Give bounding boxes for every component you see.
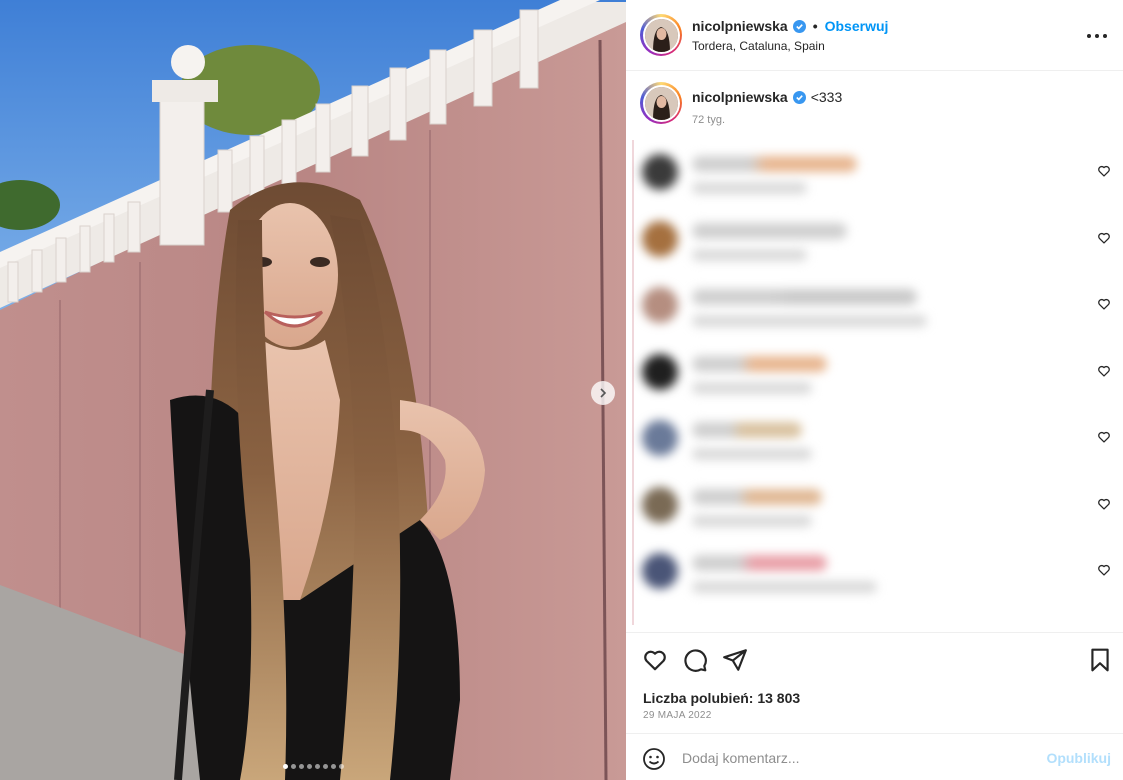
- comment-text-blurred: [692, 422, 802, 438]
- comment-meta-blurred: [692, 381, 812, 394]
- comment-text-blurred: [692, 156, 857, 172]
- carousel-dots: [0, 764, 626, 769]
- emoji-icon[interactable]: [642, 747, 666, 771]
- comment-text-blurred: [692, 222, 847, 239]
- carousel-dot: [290, 764, 296, 769]
- comment-text-blurred: [692, 355, 827, 372]
- comment-text-blurred: [692, 289, 917, 305]
- comment-avatar[interactable]: [642, 553, 678, 589]
- comment-like-heart-icon[interactable]: [1097, 430, 1111, 444]
- comments-list[interactable]: [626, 140, 1123, 630]
- comment-row: [626, 545, 1123, 605]
- comment-meta-blurred: [692, 248, 807, 261]
- share-icon[interactable]: [722, 647, 748, 673]
- post-location[interactable]: Tordera, Cataluna, Spain: [692, 39, 825, 53]
- carousel-dot: [298, 764, 304, 769]
- comment-like-heart-icon[interactable]: [1097, 364, 1111, 378]
- comment-avatar[interactable]: [642, 353, 678, 390]
- caption-avatar[interactable]: [640, 82, 682, 124]
- comment-row: [626, 346, 1123, 406]
- carousel-dot: [330, 764, 336, 769]
- caption-text: <333: [810, 89, 843, 105]
- comment-meta-blurred: [692, 514, 812, 527]
- verified-badge-icon: [792, 19, 806, 33]
- comment-avatar[interactable]: [642, 420, 678, 456]
- comment-icon[interactable]: [682, 647, 708, 673]
- post-side-panel: nicolpniewska • Obserwuj Tordera, Catalu…: [626, 0, 1123, 780]
- comment-avatar[interactable]: [642, 154, 678, 190]
- post-header: nicolpniewska • Obserwuj Tordera, Catalu…: [626, 0, 1123, 71]
- chevron-right-icon: [600, 388, 607, 398]
- likes-count[interactable]: Liczba polubień: 13 803: [643, 690, 800, 706]
- comment-row: [626, 213, 1123, 273]
- comment-row: [626, 279, 1123, 339]
- carousel-dot: [338, 764, 344, 769]
- verified-badge-icon: [792, 90, 806, 104]
- carousel-dot: [314, 764, 320, 769]
- comment-text-blurred: [692, 555, 827, 571]
- avatar-image: [644, 18, 678, 52]
- comment-avatar[interactable]: [642, 220, 678, 257]
- comment-meta-blurred: [692, 315, 927, 327]
- comment-row: [626, 146, 1123, 206]
- post-date: 29 MAJA 2022: [643, 710, 712, 721]
- comment-row: [626, 412, 1123, 472]
- caption-username[interactable]: nicolpniewska: [692, 89, 788, 105]
- author-username[interactable]: nicolpniewska: [692, 18, 788, 34]
- carousel-dot: [322, 764, 328, 769]
- caption-time[interactable]: 72 tyg.: [692, 114, 725, 126]
- comment-like-heart-icon[interactable]: [1097, 497, 1111, 511]
- next-slide-button[interactable]: [591, 381, 615, 405]
- comment-avatar[interactable]: [642, 486, 678, 523]
- heart-icon[interactable]: [642, 647, 668, 673]
- carousel-dot: [282, 764, 288, 769]
- post-comment-button[interactable]: Opublikuj: [1046, 750, 1111, 766]
- comment-meta-blurred: [692, 182, 807, 194]
- add-comment-bar: Opublikuj: [626, 733, 1123, 780]
- more-options-icon[interactable]: [1087, 26, 1107, 46]
- comment-avatar[interactable]: [642, 287, 678, 323]
- post-photo: [0, 0, 626, 780]
- bookmark-icon[interactable]: [1087, 647, 1113, 673]
- author-avatar[interactable]: [640, 14, 682, 56]
- comment-row: [626, 479, 1123, 539]
- comment-like-heart-icon[interactable]: [1097, 231, 1111, 245]
- comment-text-blurred: [692, 488, 822, 505]
- photo-illustration: [0, 0, 626, 780]
- comment-meta-blurred: [692, 448, 812, 460]
- carousel-dot: [306, 764, 312, 769]
- comment-like-heart-icon[interactable]: [1097, 297, 1111, 311]
- comment-like-heart-icon[interactable]: [1097, 164, 1111, 178]
- caption: nicolpniewska <333: [692, 89, 842, 105]
- add-comment-input[interactable]: [682, 746, 1022, 770]
- comment-like-heart-icon[interactable]: [1097, 563, 1111, 577]
- follow-button[interactable]: Obserwuj: [825, 18, 889, 34]
- post-actions: Liczba polubień: 13 803 29 MAJA 2022 Opu…: [626, 632, 1123, 780]
- avatar-image: [644, 86, 678, 120]
- comment-meta-blurred: [692, 581, 877, 593]
- separator-dot: •: [812, 18, 818, 34]
